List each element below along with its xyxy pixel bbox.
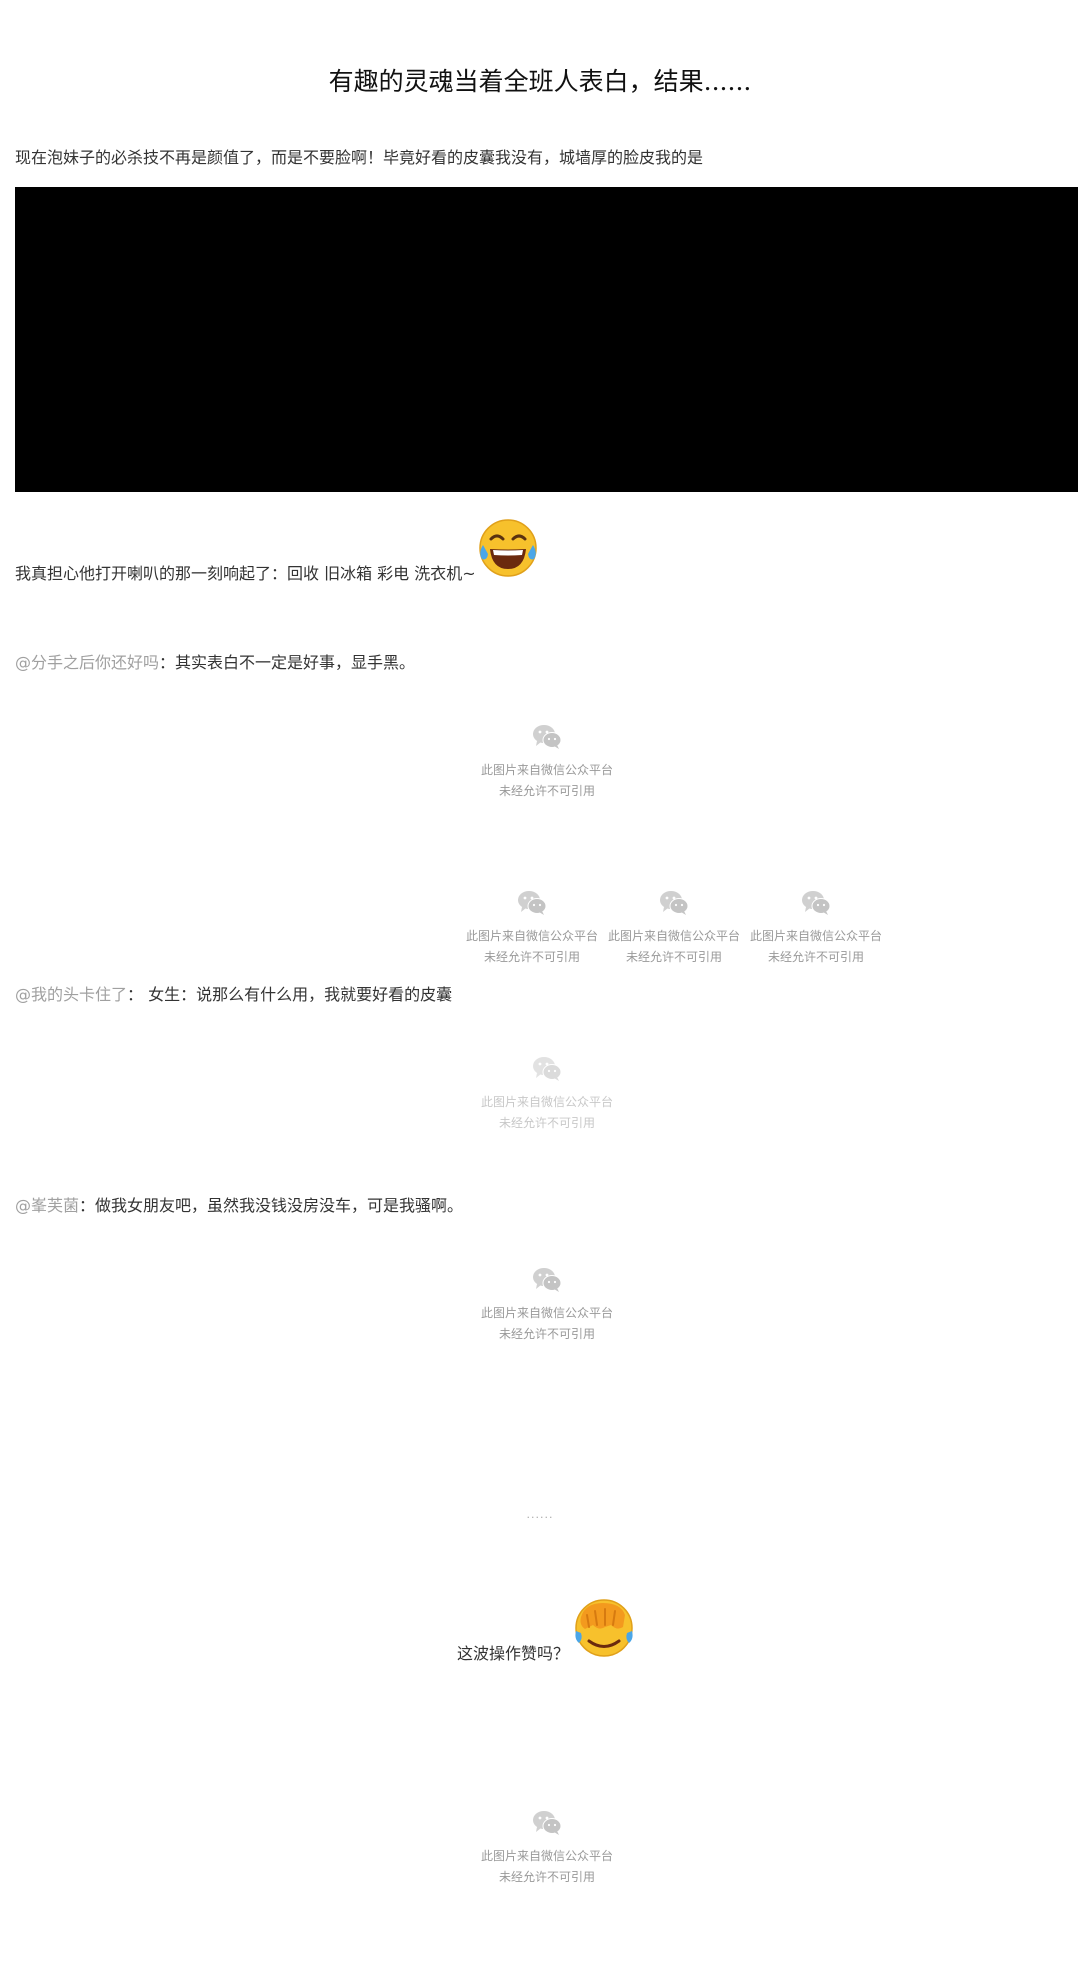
placeholder-line-2: 未经允许不可引用 bbox=[625, 950, 722, 964]
placeholder-line-1: 此图片来自微信公众平台 bbox=[480, 1095, 613, 1109]
placeholder-line-1: 此图片来自微信公众平台 bbox=[480, 1306, 613, 1320]
image-placeholder: 此图片来自微信公众平台 未经允许不可引用 bbox=[472, 1810, 622, 1888]
placeholder-line-2: 未经允许不可引用 bbox=[498, 1116, 595, 1130]
paragraph-recycle: 我真担心他打开喇叭的那一刻响起了：回收 旧冰箱 彩电 洗衣机~ bbox=[15, 564, 476, 583]
image-placeholder: 此图片来自微信公众平台 未经允许不可引用 bbox=[472, 1267, 622, 1345]
wechat-icon bbox=[532, 1810, 562, 1836]
placeholder-line-1: 此图片来自微信公众平台 bbox=[480, 763, 613, 777]
intro-paragraph: 现在泡妹子的必杀技不再是颜值了，而是不要脸啊！毕竟好看的皮囊我没有，城墙厚的脸皮… bbox=[15, 148, 704, 167]
article-title: 有趣的灵魂当着全班人表白，结果...... bbox=[328, 67, 752, 96]
wechat-icon bbox=[532, 724, 562, 750]
video-player[interactable] bbox=[15, 187, 1078, 492]
placeholder-line-2: 未经允许不可引用 bbox=[483, 950, 580, 964]
comment-1: @分手之后你还好吗：其实表白不一定是好事，显手黑。 bbox=[15, 651, 415, 675]
image-placeholder: 此图片来自微信公众平台 未经允许不可引用 bbox=[741, 890, 891, 968]
wechat-icon bbox=[532, 1267, 562, 1293]
wechat-icon bbox=[517, 890, 547, 916]
comment-2: @我的头卡住了： 女生：说那么有什么用，我就要好看的皮囊 bbox=[15, 983, 452, 1007]
image-placeholder: 此图片来自微信公众平台 未经允许不可引用 bbox=[457, 890, 607, 968]
placeholder-line-2: 未经允许不可引用 bbox=[498, 784, 595, 798]
placeholder-line-1: 此图片来自微信公众平台 bbox=[465, 929, 598, 943]
mention-link[interactable]: @我的头卡住了 bbox=[15, 985, 127, 1004]
comment-text: ： 女生：说那么有什么用，我就要好看的皮囊 bbox=[127, 985, 453, 1004]
comment-text: ：其实表白不一定是好事，显手黑。 bbox=[159, 653, 416, 672]
face-palm-icon bbox=[575, 1599, 633, 1657]
placeholder-line-2: 未经允许不可引用 bbox=[498, 1870, 595, 1884]
wechat-icon bbox=[532, 1056, 562, 1082]
face-with-tears-of-joy-icon bbox=[479, 519, 537, 577]
placeholder-line-2: 未经允许不可引用 bbox=[498, 1327, 595, 1341]
image-placeholder: 此图片来自微信公众平台 未经允许不可引用 bbox=[472, 1056, 622, 1134]
comment-text: ：做我女朋友吧，虽然我没钱没房没车，可是我骚啊。 bbox=[79, 1196, 464, 1215]
placeholder-line-1: 此图片来自微信公众平台 bbox=[607, 929, 740, 943]
placeholder-line-2: 未经允许不可引用 bbox=[767, 950, 864, 964]
placeholder-line-1: 此图片来自微信公众平台 bbox=[480, 1849, 613, 1863]
question-text: 这波操作赞吗？ bbox=[457, 1644, 570, 1663]
image-placeholder: 此图片来自微信公众平台 未经允许不可引用 bbox=[599, 890, 749, 968]
wechat-icon bbox=[801, 890, 831, 916]
mention-link[interactable]: @峯芙菌 bbox=[15, 1196, 79, 1215]
mention-link[interactable]: @分手之后你还好吗 bbox=[15, 653, 159, 672]
ellipsis-divider: ...... bbox=[526, 1508, 554, 1521]
comment-3: @峯芙菌：做我女朋友吧，虽然我没钱没房没车，可是我骚啊。 bbox=[15, 1194, 463, 1218]
wechat-icon bbox=[659, 890, 689, 916]
image-placeholder: 此图片来自微信公众平台 未经允许不可引用 bbox=[472, 724, 622, 802]
placeholder-line-1: 此图片来自微信公众平台 bbox=[749, 929, 882, 943]
